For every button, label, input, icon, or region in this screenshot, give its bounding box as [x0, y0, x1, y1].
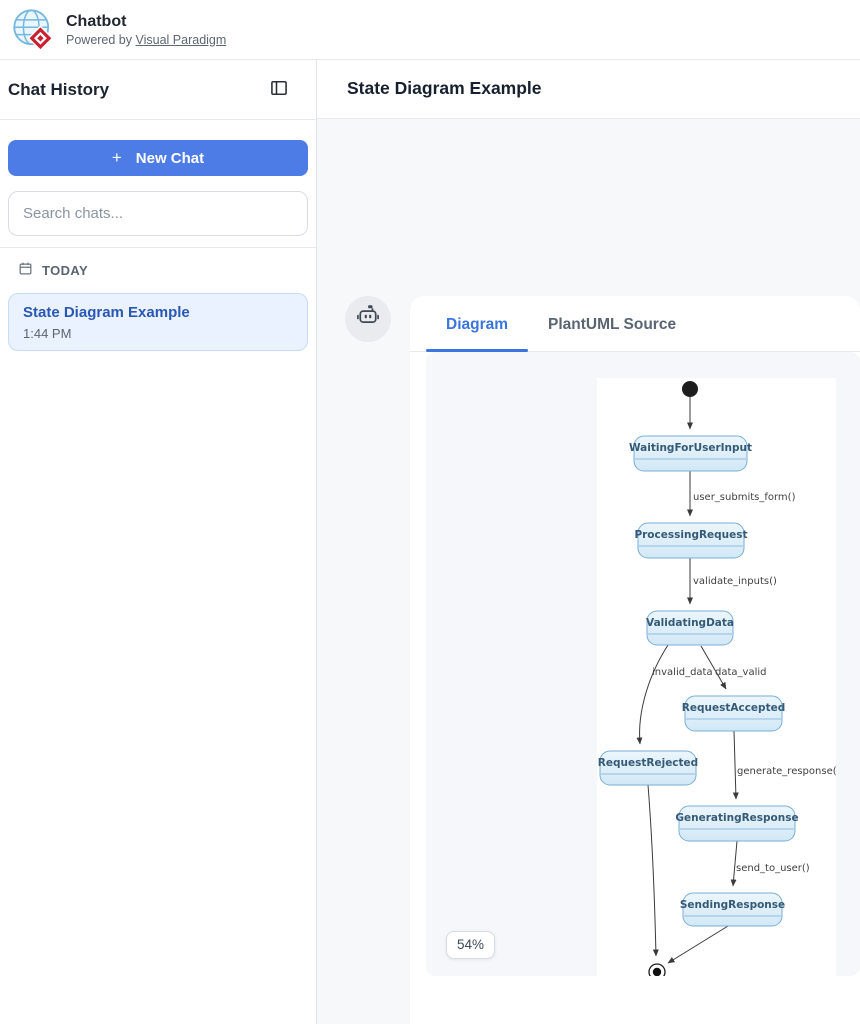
- state-node: ValidatingData: [646, 611, 734, 645]
- collapse-sidebar-button[interactable]: [266, 77, 292, 103]
- chat-item-title: State Diagram Example: [23, 304, 293, 323]
- state-node: GeneratingResponse: [675, 806, 798, 841]
- chat-list-item[interactable]: State Diagram Example 1:44 PM: [8, 293, 308, 351]
- assistant-message-card: Diagram PlantUML Source: [410, 296, 860, 1024]
- final-state-node: [649, 964, 665, 976]
- chat-messages-area: Diagram PlantUML Source: [317, 119, 860, 1024]
- svg-text:data_valid: data_valid: [715, 667, 766, 678]
- today-section-header: TODAY: [18, 261, 308, 279]
- sidebar-title: Chat History: [8, 80, 109, 100]
- svg-text:user_submits_form(): user_submits_form(): [693, 492, 796, 503]
- robot-icon: [355, 303, 381, 334]
- state-diagram-svg: WaitingForUserInput ProcessingRequest: [597, 378, 836, 976]
- chat-history-sidebar: Chat History + New Chat: [0, 60, 317, 1024]
- app-title-block: Chatbot Powered by Visual Paradigm: [66, 12, 226, 46]
- initial-state-node: [682, 381, 698, 397]
- visual-paradigm-link[interactable]: Visual Paradigm: [136, 33, 227, 47]
- state-node: SendingResponse: [680, 893, 785, 926]
- sidebar-body: + New Chat TODAY State Diagram Example 1…: [0, 120, 316, 351]
- panel-toggle-icon: [269, 78, 289, 101]
- chat-item-time: 1:44 PM: [23, 326, 293, 341]
- state-diagram-canvas: WaitingForUserInput ProcessingRequest: [597, 378, 836, 976]
- assistant-message-row: Diagram PlantUML Source: [317, 296, 860, 1024]
- search-chats-input[interactable]: [8, 191, 308, 236]
- app-title: Chatbot: [66, 12, 226, 31]
- state-node: WaitingForUserInput: [629, 436, 752, 471]
- visual-paradigm-logo-icon: [12, 8, 56, 52]
- calendar-icon: [18, 261, 33, 279]
- main-header: State Diagram Example: [317, 60, 860, 119]
- powered-by-line: Powered by Visual Paradigm: [66, 33, 226, 47]
- app-header: Chatbot Powered by Visual Paradigm: [0, 0, 860, 60]
- svg-text:WaitingForUserInput: WaitingForUserInput: [629, 442, 752, 454]
- svg-text:GeneratingResponse: GeneratingResponse: [675, 812, 798, 824]
- svg-text:ProcessingRequest: ProcessingRequest: [634, 529, 747, 541]
- plus-icon: +: [112, 148, 122, 168]
- svg-text:ValidatingData: ValidatingData: [646, 617, 734, 629]
- tab-plantuml-source[interactable]: PlantUML Source: [528, 296, 696, 351]
- bot-avatar: [345, 296, 391, 342]
- svg-text:generate_response(): generate_response(): [737, 766, 836, 777]
- svg-text:invalid_data: invalid_data: [652, 667, 713, 678]
- svg-text:send_to_user(): send_to_user(): [736, 863, 810, 874]
- zoom-level-badge: 54%: [446, 931, 495, 959]
- today-section-label: TODAY: [42, 263, 88, 278]
- new-chat-label: New Chat: [136, 150, 204, 167]
- svg-text:validate_inputs(): validate_inputs(): [693, 576, 777, 587]
- state-node: RequestRejected: [598, 751, 698, 785]
- svg-text:SendingResponse: SendingResponse: [680, 899, 785, 911]
- diagram-viewer[interactable]: WaitingForUserInput ProcessingRequest: [426, 352, 860, 976]
- sidebar-header: Chat History: [0, 60, 316, 120]
- svg-text:RequestAccepted: RequestAccepted: [682, 702, 785, 714]
- transition-edges: [640, 397, 737, 963]
- new-chat-button[interactable]: + New Chat: [8, 140, 308, 176]
- page-title: State Diagram Example: [347, 78, 542, 99]
- powered-by-prefix: Powered by: [66, 33, 132, 47]
- layout: Chat History + New Chat: [0, 60, 860, 1024]
- svg-text:RequestRejected: RequestRejected: [598, 757, 698, 769]
- main-panel: State Diagram Example: [317, 60, 860, 1024]
- state-node: ProcessingRequest: [634, 523, 747, 558]
- tab-bar: Diagram PlantUML Source: [410, 296, 860, 352]
- sidebar-divider: [0, 247, 316, 248]
- tab-diagram[interactable]: Diagram: [426, 296, 528, 351]
- state-node: RequestAccepted: [682, 696, 785, 731]
